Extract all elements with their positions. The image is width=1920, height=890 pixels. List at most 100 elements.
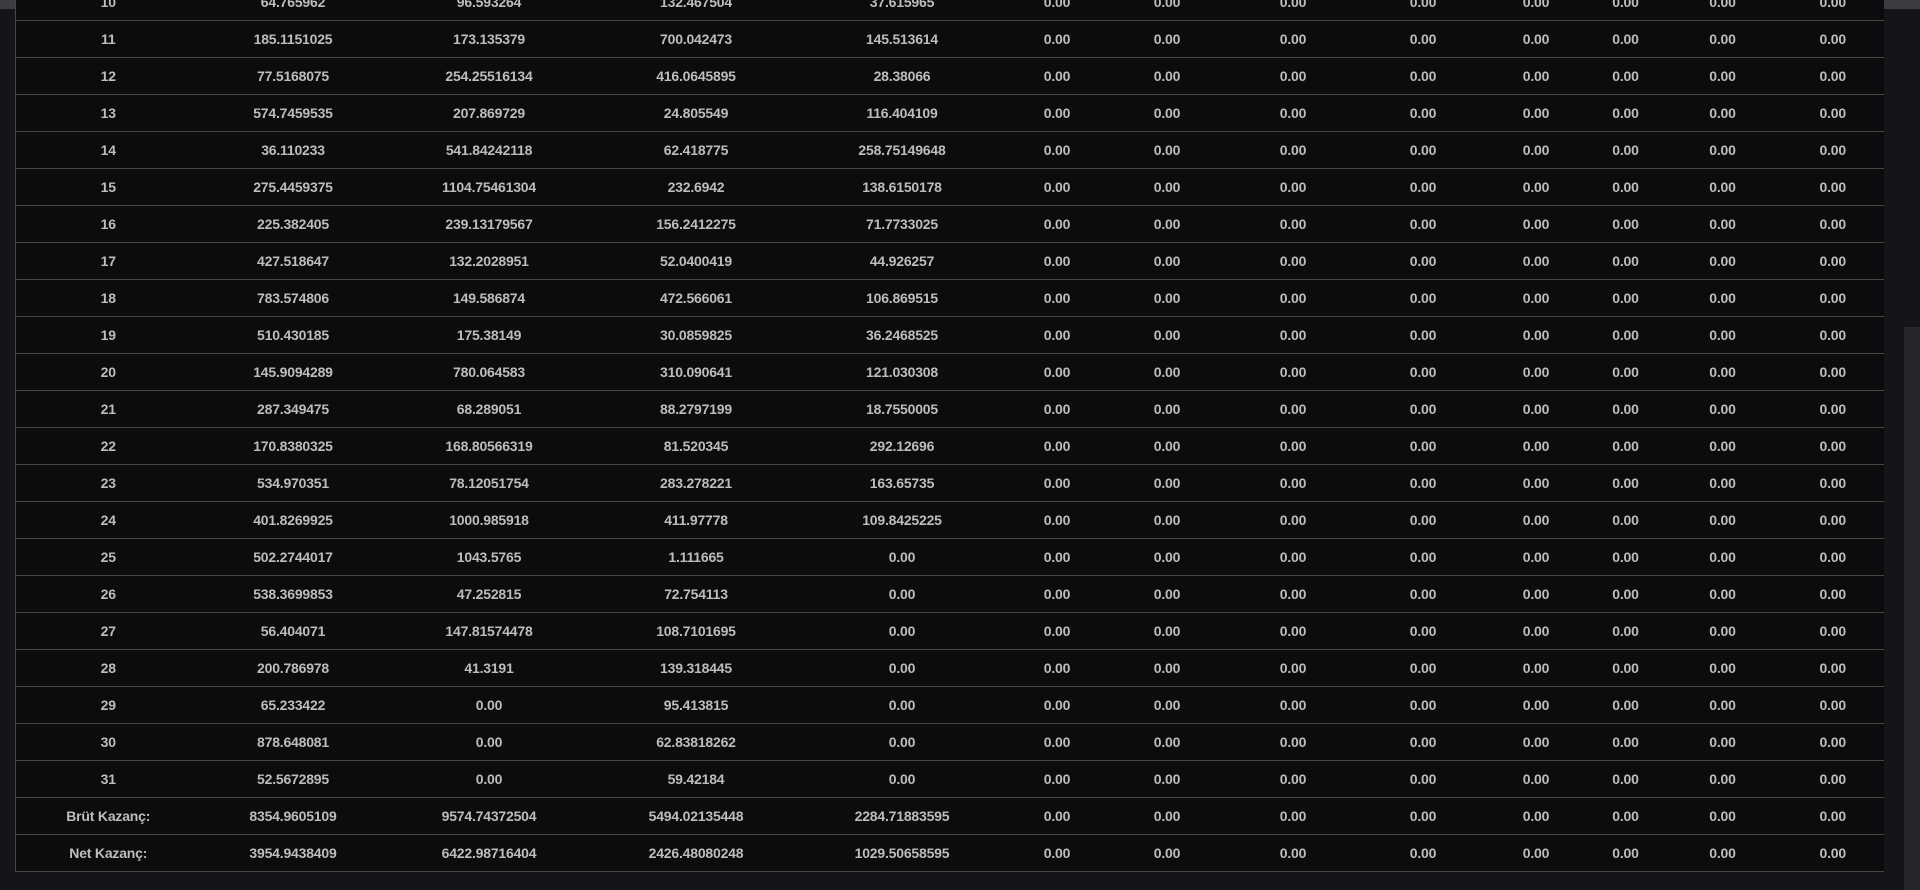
table-row: 24 401.8269925 1000.985918 411.97778 109.842… [15,501,1884,539]
value-cell: 0.00 [1109,279,1225,317]
scrollbar-thumb[interactable] [1904,327,1920,890]
value-cell: 64.765962 [200,0,386,21]
value-cell: 0.00 [1587,168,1664,206]
value-cell: 0.00 [1484,538,1588,576]
value-cell: 0.00 [1587,427,1664,465]
value-cell: 0.00 [1109,353,1225,391]
value-cell: 44.926257 [799,242,1005,280]
value-cell: 0.00 [1663,353,1782,391]
value-cell: 132.2028951 [385,242,593,280]
table-row: 14 36.110233 541.84242118 62.418775 258.7514… [15,131,1884,169]
earnings-table-container: 10 64.765962 96.593264 132.467504 37.615965 0… [15,0,1884,890]
value-cell: 0.00 [1587,94,1664,132]
value-cell: 0.00 [1484,168,1588,206]
value-cell: 0.00 [1224,316,1362,354]
value-cell: 0.00 [1587,57,1664,95]
value-cell: 0.00 [1224,94,1362,132]
value-cell: 0.00 [1587,538,1664,576]
value-cell: 0.00 [1004,760,1110,798]
summary-row: Brüt Kazanç: 8354.9605109 9574.74372504 549… [15,797,1884,835]
value-cell: 0.00 [1587,0,1664,21]
value-cell: 0.00 [1109,57,1225,95]
value-cell: 30.0859825 [592,316,800,354]
value-cell: 0.00 [1587,612,1664,650]
value-cell: 0.00 [1224,464,1362,502]
value-cell: 8354.9605109 [200,797,386,835]
day-cell: 28 [15,649,201,687]
value-cell: 108.7101695 [592,612,800,650]
table-row: 17 427.518647 132.2028951 52.0400419 44.9262… [15,242,1884,280]
value-cell: 510.430185 [200,316,386,354]
value-cell: 0.00 [1484,686,1588,724]
value-cell: 0.00 [1109,649,1225,687]
value-cell: 47.252815 [385,575,593,613]
table-row: 28 200.786978 41.3191 139.318445 0.00 0.00 0.0… [15,649,1884,687]
value-cell: 0.00 [1361,575,1485,613]
value-cell: 0.00 [1587,316,1664,354]
value-cell: 0.00 [1484,242,1588,280]
value-cell: 0.00 [1484,390,1588,428]
value-cell: 0.00 [1004,57,1110,95]
value-cell: 0.00 [1224,538,1362,576]
value-cell: 310.090641 [592,353,800,391]
value-cell: 116.404109 [799,94,1005,132]
value-cell: 0.00 [1484,427,1588,465]
value-cell: 258.75149648 [799,131,1005,169]
value-cell: 0.00 [1224,797,1362,835]
table-row: 15 275.4459375 1104.75461304 232.6942 138.61… [15,168,1884,206]
value-cell: 780.064583 [385,353,593,391]
value-cell: 0.00 [1004,94,1110,132]
value-cell: 168.80566319 [385,427,593,465]
value-cell: 0.00 [1361,464,1485,502]
value-cell: 0.00 [1224,279,1362,317]
value-cell: 0.00 [1224,242,1362,280]
day-cell: 31 [15,760,201,798]
table-row: 16 225.382405 239.13179567 156.2412275 71.77… [15,205,1884,243]
value-cell: 28.38066 [799,57,1005,95]
value-cell: 71.7733025 [799,205,1005,243]
value-cell: 0.00 [1781,464,1884,502]
value-cell: 0.00 [1109,834,1225,872]
value-cell: 2426.48080248 [592,834,800,872]
value-cell: 59.42184 [592,760,800,798]
value-cell: 6422.98716404 [385,834,593,872]
day-cell: 21 [15,390,201,428]
value-cell: 0.00 [1484,20,1588,58]
value-cell: 0.00 [1361,427,1485,465]
day-cell: 14 [15,131,201,169]
value-cell: 36.2468525 [799,316,1005,354]
value-cell: 0.00 [1484,316,1588,354]
value-cell: 0.00 [1109,316,1225,354]
value-cell: 24.805549 [592,94,800,132]
value-cell: 0.00 [1663,501,1782,539]
value-cell: 1104.75461304 [385,168,593,206]
value-cell: 0.00 [1004,797,1110,835]
day-cell: 22 [15,427,201,465]
value-cell: 72.754113 [592,575,800,613]
value-cell: 0.00 [1587,760,1664,798]
value-cell: 0.00 [1004,20,1110,58]
value-cell: 0.00 [1663,649,1782,687]
value-cell: 0.00 [1781,723,1884,761]
value-cell: 0.00 [1484,131,1588,169]
table-body: 10 64.765962 96.593264 132.467504 37.615965 0… [15,0,1884,872]
table-row: 11 185.1151025 173.135379 700.042473 145.513… [15,20,1884,58]
summary-label: Brüt Kazanç: [15,797,201,835]
value-cell: 170.8380325 [200,427,386,465]
table-row: 21 287.349475 68.289051 88.2797199 18.755000… [15,390,1884,428]
value-cell: 0.00 [1663,538,1782,576]
value-cell: 0.00 [1361,0,1485,21]
value-cell: 106.869515 [799,279,1005,317]
day-cell: 29 [15,686,201,724]
day-cell: 24 [15,501,201,539]
value-cell: 81.520345 [592,427,800,465]
value-cell: 52.0400419 [592,242,800,280]
value-cell: 0.00 [1361,131,1485,169]
day-cell: 16 [15,205,201,243]
value-cell: 0.00 [1109,797,1225,835]
value-cell: 0.00 [1781,168,1884,206]
value-cell: 0.00 [1587,464,1664,502]
value-cell: 0.00 [1224,20,1362,58]
day-cell: 17 [15,242,201,280]
value-cell: 2284.71883595 [799,797,1005,835]
